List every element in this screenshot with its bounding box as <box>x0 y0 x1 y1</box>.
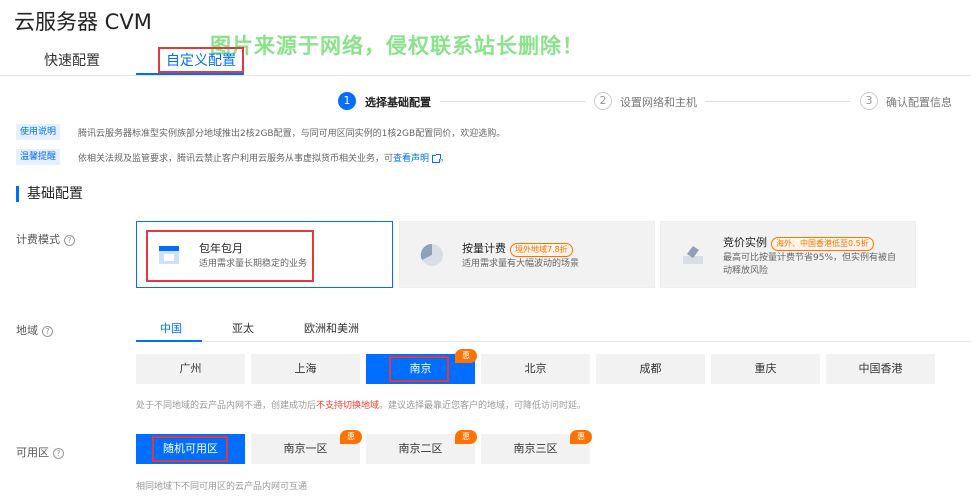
highlight-outline <box>389 356 449 382</box>
notice-tag-usage: 使用说明 <box>16 124 60 140</box>
page-title: 云服务器 CVM <box>14 10 152 34</box>
step-1-label: 选择基础配置 <box>365 96 431 109</box>
billing-card-desc: 最高可比按量计费节省95%，但实例有被自动释放风险 <box>723 253 897 276</box>
discount-badge: 惠 <box>455 349 477 363</box>
step-indicator: 1 选择基础配置 2 设置网络和主机 3 确认配置信息 <box>0 92 971 112</box>
region-hint-suffix: 。建议选择最靠近您客户的地域，可降低访问时延。 <box>379 401 587 411</box>
config-tabs: 快速配置 自定义配置 <box>0 44 971 76</box>
reminder-notice: 温馨提醒 依相关法规及监管要求，腾讯云禁止客户利用云服务从事虚拟货币相关业务，可… <box>16 149 916 165</box>
region-hint: 处于不同地域的云产品内网不通，创建成功后不支持切换地域。建议选择最靠近您客户的地… <box>136 398 586 411</box>
section-title-basic-config: 基础配置 <box>16 186 83 202</box>
notice-tag-reminder: 温馨提醒 <box>16 149 60 165</box>
billing-card-pay-as-you-go[interactable]: 按量计费 境外地域7.8折 适用需求量有大幅波动的场景 <box>399 221 655 288</box>
step-3-number: 3 <box>860 92 878 110</box>
billing-card-desc: 适用需求量有大幅波动的场景 <box>462 259 580 269</box>
tab-custom-config[interactable]: 自定义配置 <box>158 47 244 73</box>
help-icon[interactable]: ? <box>53 447 64 459</box>
billing-card-title-text: 按量计费 <box>462 242 506 255</box>
discount-badge: 境外地域7.8折 <box>510 243 573 257</box>
external-link-icon[interactable] <box>432 153 442 163</box>
step-connector <box>440 101 585 102</box>
region-label-text: 地域 <box>16 324 38 337</box>
step-1-number: 1 <box>338 92 356 110</box>
usage-notice: 使用说明 腾讯云服务器标准型实例族部分地域推出2核2GB配置，与同可用区同实例的… <box>16 124 916 140</box>
tab-quick-config[interactable]: 快速配置 <box>44 50 100 70</box>
region-label: 地域? <box>16 322 53 338</box>
region-option[interactable]: 中国香港 <box>826 354 935 384</box>
region-hint-warning: 不支持切换地域 <box>316 401 380 411</box>
help-icon[interactable]: ? <box>42 325 53 337</box>
billing-mode-label-text: 计费模式 <box>16 233 60 246</box>
tab-active-underline <box>136 73 244 75</box>
pie-chart-icon <box>420 243 443 266</box>
zone-label-text: 可用区 <box>16 446 49 459</box>
tab-region-china[interactable]: 中国 <box>160 320 182 336</box>
region-option[interactable]: 北京 <box>481 354 590 384</box>
step-2-number: 2 <box>594 92 612 110</box>
region-option[interactable]: 重庆 <box>711 354 820 384</box>
hammer-icon <box>683 246 703 264</box>
region-option[interactable]: 广州 <box>136 354 245 384</box>
highlight-outline <box>152 436 228 462</box>
view-statement-link[interactable]: 查看声明 <box>393 154 429 164</box>
step-3-label: 确认配置信息 <box>886 96 952 109</box>
billing-card-title-text: 竞价实例 <box>723 236 767 249</box>
discount-badge: 惠 <box>570 430 592 444</box>
tab-region-asia-pacific[interactable]: 亚太 <box>232 320 254 336</box>
notice-reminder-body: 依相关法规及监管要求，腾讯云禁止客户利用云服务从事虚拟货币相关业务，可 <box>78 154 394 164</box>
notice-text-reminder: 依相关法规及监管要求，腾讯云禁止客户利用云服务从事虚拟货币相关业务，可查看声明 。 <box>78 151 449 164</box>
discount-badge: 惠 <box>340 430 362 444</box>
zone-hint: 相同地域下不同可用区的云产品内网可互通 <box>136 482 308 492</box>
notice-period: 。 <box>440 154 450 164</box>
tab-region-europe-americas[interactable]: 欧洲和美洲 <box>304 320 359 336</box>
region-tab-underline <box>136 340 202 342</box>
zone-label: 可用区? <box>16 444 64 460</box>
step-connector <box>705 101 850 102</box>
region-area-tabs: 中国 亚太 欧洲和美洲 <box>136 314 971 342</box>
billing-card-title: 按量计费 境外地域7.8折 <box>462 240 573 257</box>
discount-badge: 惠 <box>455 430 477 444</box>
region-hint-prefix: 处于不同地域的云产品内网不通，创建成功后 <box>136 401 317 411</box>
region-option[interactable]: 上海 <box>251 354 360 384</box>
help-icon[interactable]: ? <box>64 234 75 246</box>
notice-text-usage: 腾讯云服务器标准型实例族部分地域推出2核2GB配置，与同可用区同实例的1核2GB… <box>78 129 506 139</box>
step-2-label: 设置网络和主机 <box>620 96 697 109</box>
billing-mode-label: 计费模式? <box>16 231 75 247</box>
highlight-outline <box>146 230 314 282</box>
billing-card-title: 竞价实例 海外、中国香港低至0.5折 <box>723 234 874 251</box>
billing-card-spot[interactable]: 竞价实例 海外、中国香港低至0.5折 最高可比按量计费节省95%，但实例有被自动释… <box>660 221 916 288</box>
region-option[interactable]: 成都 <box>596 354 705 384</box>
discount-badge: 海外、中国香港低至0.5折 <box>771 237 874 251</box>
